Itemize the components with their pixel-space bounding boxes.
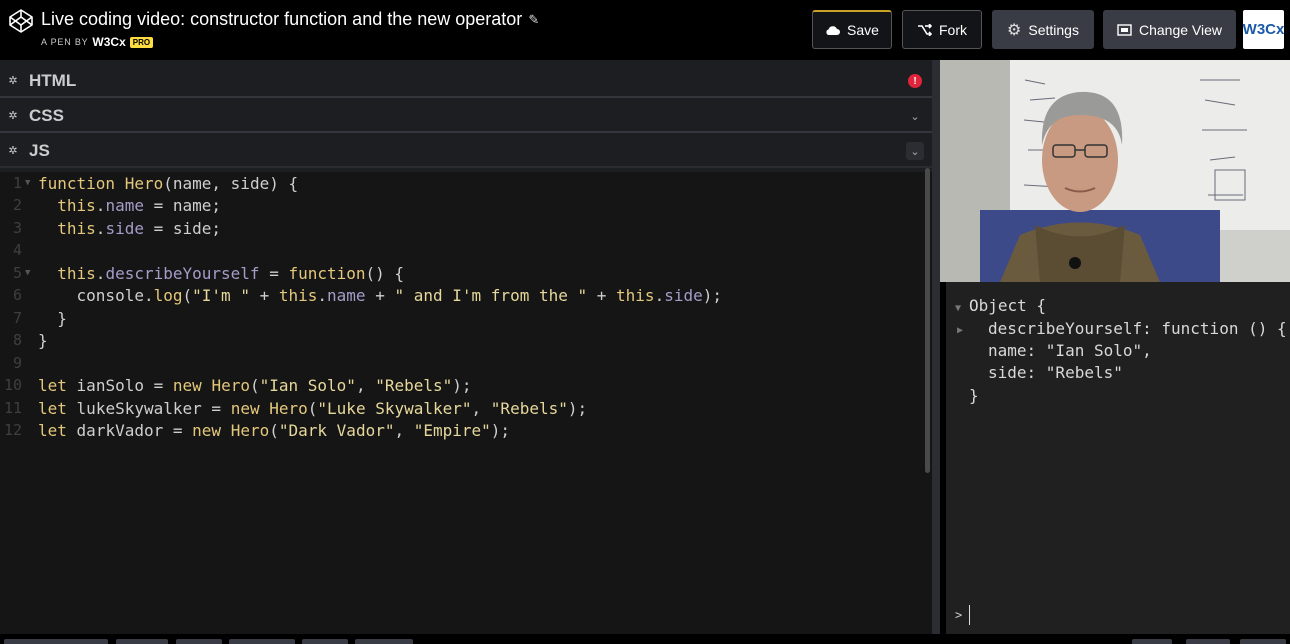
console-object-header: Object { xyxy=(969,296,1047,315)
code-line[interactable]: 7 } xyxy=(0,309,920,331)
footer-button[interactable] xyxy=(176,639,222,644)
line-number: 11 xyxy=(3,398,22,417)
error-icon: ! xyxy=(908,74,922,88)
console-prompt-icon: > xyxy=(955,608,963,622)
footer-button[interactable] xyxy=(1186,639,1230,644)
html-panel-title: HTML xyxy=(29,70,77,90)
code-text: this.name = name; xyxy=(57,196,222,216)
cloud-icon xyxy=(826,26,841,35)
pen-byline: A PEN BY W3Cx PRO xyxy=(41,35,154,49)
html-panel-header[interactable]: ✲ HTML ! xyxy=(0,65,932,98)
console-object-close: } xyxy=(969,386,979,405)
code-text: let lukeSkywalker = new Hero("Luke Skywa… xyxy=(38,398,588,418)
line-number: 2 xyxy=(12,196,22,215)
webcam-video xyxy=(940,60,1290,282)
line-number: 9 xyxy=(12,353,22,372)
console-name-line: name: "Ian Solo", xyxy=(988,341,1152,360)
html-settings-gear-icon[interactable]: ✲ xyxy=(2,74,24,87)
top-bar: Live coding video: constructor function … xyxy=(0,0,1290,60)
css-settings-gear-icon[interactable]: ✲ xyxy=(2,109,24,122)
line-number: 1 xyxy=(12,174,22,192)
editor-column: ✲ HTML ! ✲ CSS ⌄ ✲ JS ⌄ 1 ▼ function Hero(… xyxy=(0,60,940,644)
editor-scrollbar[interactable] xyxy=(925,168,930,473)
change-view-button[interactable]: Change View xyxy=(1103,10,1236,49)
avatar-text: W3Cx xyxy=(1242,21,1285,38)
css-panel-title: CSS xyxy=(29,105,64,125)
css-panel-header[interactable]: ✲ CSS ⌄ xyxy=(0,100,932,133)
line-number: 4 xyxy=(12,241,22,260)
fork-label: Fork xyxy=(939,21,967,38)
pro-badge: PRO xyxy=(129,36,154,48)
line-number: 10 xyxy=(3,376,22,395)
author-link[interactable]: W3Cx xyxy=(92,35,125,49)
fold-arrow-icon[interactable]: ▼ xyxy=(25,268,30,278)
fork-button[interactable]: Fork xyxy=(902,10,982,49)
console-panel[interactable]: ▼ Object { ▶ describeYourself: function … xyxy=(946,282,1290,634)
edit-title-pencil-icon[interactable]: ✎ xyxy=(528,12,539,28)
user-avatar[interactable]: W3Cx xyxy=(1243,10,1284,49)
chevron-down-icon: ⌄ xyxy=(910,145,920,158)
code-line[interactable]: 12 let darkVador = new Hero("Dark Vador",… xyxy=(0,421,920,443)
save-button[interactable]: Save xyxy=(812,10,892,49)
line-number: 8 xyxy=(12,331,22,350)
chevron-down-icon: ⌄ xyxy=(910,110,920,123)
codepen-logo-icon[interactable] xyxy=(8,8,34,34)
byline-prefix: A PEN BY xyxy=(41,37,89,47)
code-text: } xyxy=(38,308,67,328)
code-text: console.log("I'm " + this.name + " and I… xyxy=(76,286,722,306)
change-view-label: Change View xyxy=(1138,21,1223,38)
line-number: 6 xyxy=(12,286,22,305)
expand-object-triangle-icon[interactable]: ▼ xyxy=(955,303,961,314)
js-panel-title: JS xyxy=(29,140,50,160)
code-line[interactable]: 4 xyxy=(0,241,920,263)
footer-button[interactable] xyxy=(302,639,348,644)
console-side-line: side: "Rebels" xyxy=(988,363,1123,382)
footer-button[interactable] xyxy=(1240,639,1286,644)
code-line[interactable]: 1 ▼ function Hero(name, side) { xyxy=(0,174,920,196)
bottom-bar xyxy=(0,634,1290,644)
settings-label: Settings xyxy=(1028,21,1079,38)
code-text: this.side = side; xyxy=(57,218,222,238)
code-line[interactable]: 5 ▼ this.describeYourself = function() { xyxy=(0,264,920,286)
fork-icon xyxy=(918,23,932,36)
footer-button[interactable] xyxy=(229,639,295,644)
code-line[interactable]: 8} xyxy=(0,331,920,353)
line-number: 7 xyxy=(12,308,22,327)
settings-button[interactable]: ⚙ Settings xyxy=(992,10,1094,49)
footer-button[interactable] xyxy=(116,639,168,644)
panel-resize-handle[interactable] xyxy=(932,60,940,644)
console-input-cursor[interactable] xyxy=(969,605,970,625)
line-number: 3 xyxy=(12,218,22,237)
presenter-image xyxy=(940,60,1290,282)
code-text: } xyxy=(38,331,48,351)
code-line[interactable]: 2 this.name = name; xyxy=(0,196,920,218)
footer-button[interactable] xyxy=(1132,639,1172,644)
line-number: 12 xyxy=(3,420,22,439)
js-settings-gear-icon[interactable]: ✲ xyxy=(2,144,24,157)
css-panel-menu[interactable]: ⌄ xyxy=(906,107,924,125)
js-panel-header[interactable]: ✲ JS ⌄ xyxy=(0,135,932,168)
js-panel-menu[interactable]: ⌄ xyxy=(906,142,924,160)
code-text: this.describeYourself = function() { xyxy=(57,263,405,283)
html-error-indicator[interactable]: ! xyxy=(906,72,924,90)
code-line[interactable]: 3 this.side = side; xyxy=(0,219,920,241)
line-number: 5 xyxy=(12,263,22,282)
js-code-editor[interactable]: 1 ▼ function Hero(name, side) {2 this.name… xyxy=(0,172,932,642)
layout-view-icon xyxy=(1117,23,1132,36)
save-label: Save xyxy=(847,22,879,38)
code-line[interactable]: 11 let lukeSkywalker = new Hero("Luke Sky… xyxy=(0,399,920,421)
code-text: let ianSolo = new Hero("Ian Solo", "Rebe… xyxy=(38,376,472,396)
code-text: function Hero(name, side) { xyxy=(38,174,299,193)
code-text: let darkVador = new Hero("Dark Vador", "… xyxy=(38,420,511,440)
fold-arrow-icon[interactable]: ▼ xyxy=(25,178,30,188)
console-method-line: describeYourself: function () { xyxy=(988,319,1287,338)
footer-button[interactable] xyxy=(355,639,413,644)
code-line[interactable]: 10 let ianSolo = new Hero("Ian Solo", "Re… xyxy=(0,376,920,398)
footer-button[interactable] xyxy=(4,639,108,644)
code-line[interactable]: 9 xyxy=(0,354,920,376)
pen-title[interactable]: Live coding video: constructor function … xyxy=(41,9,522,30)
code-line[interactable]: 6 console.log("I'm " + this.name + " and… xyxy=(0,286,920,308)
gear-icon: ⚙ xyxy=(1007,21,1022,39)
expand-method-triangle-icon[interactable]: ▶ xyxy=(957,325,963,336)
